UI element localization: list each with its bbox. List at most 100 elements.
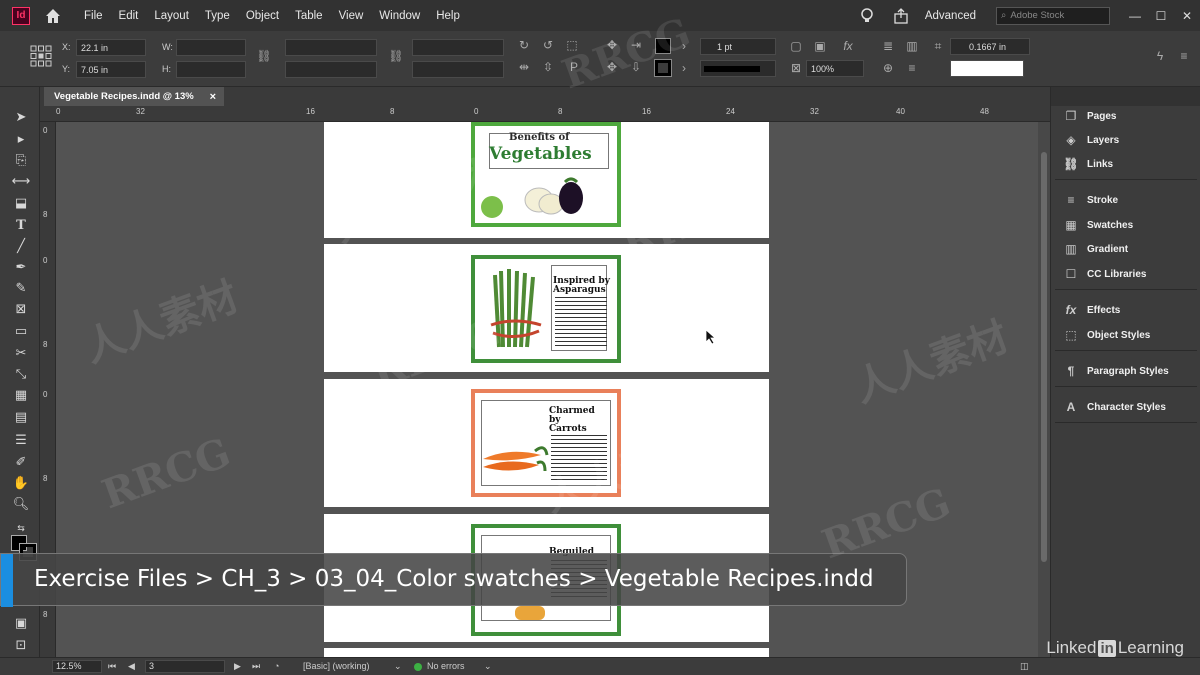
panel-links[interactable]: ⛓ Links: [1063, 157, 1113, 171]
menu-table[interactable]: Table: [287, 10, 331, 22]
menu-type[interactable]: Type: [197, 10, 238, 22]
menu-view[interactable]: View: [331, 10, 372, 22]
free-transform-tool-icon[interactable]: ⤡: [11, 364, 31, 384]
preflight-status[interactable]: No errors: [414, 661, 465, 671]
fill-swatch[interactable]: [655, 38, 671, 54]
stroke-dropdown-icon[interactable]: ›: [676, 60, 692, 76]
adobe-stock-search[interactable]: ⌕ Adobe Stock: [996, 6, 1110, 25]
text-wrap-icon[interactable]: ≣: [880, 38, 896, 54]
lightbulb-icon[interactable]: [857, 6, 877, 26]
panel-paragraph-styles[interactable]: ¶ Paragraph Styles: [1063, 364, 1169, 378]
stroke-type-select[interactable]: [700, 60, 776, 77]
document-page[interactable]: Inspired by Asparagus: [324, 244, 769, 372]
horizontal-ruler[interactable]: 0 32 16 8 0 8 16 24 32 40 48: [40, 106, 1050, 122]
scale-y-field[interactable]: [285, 61, 377, 78]
menu-window[interactable]: Window: [371, 10, 428, 22]
shear-angle-field[interactable]: [412, 61, 504, 78]
pencil-tool-icon[interactable]: ✎: [11, 278, 31, 298]
paragraph-icon[interactable]: P: [566, 59, 582, 75]
stroke-outside-icon[interactable]: ▣: [812, 38, 828, 54]
vertical-scrollbar[interactable]: [1038, 122, 1050, 657]
x-position-field[interactable]: 22.1 in: [76, 39, 146, 56]
preview-mode-icon[interactable]: ▣: [11, 613, 31, 633]
align-icon[interactable]: ≡: [904, 60, 920, 76]
constrain-proportions-icon[interactable]: ⛓: [256, 48, 272, 64]
eyedropper-tool-icon[interactable]: ✐: [11, 452, 31, 472]
scrollbar-thumb[interactable]: [1041, 152, 1047, 562]
menu-file[interactable]: File: [76, 10, 111, 22]
gap-tool-icon[interactable]: ⟷: [11, 171, 31, 191]
menu-help[interactable]: Help: [428, 10, 468, 22]
flip-horizontal-icon[interactable]: ⇹: [516, 59, 532, 75]
gradient-swatch-tool-icon[interactable]: ▦: [11, 385, 31, 405]
panel-swatches[interactable]: ▦ Swatches: [1063, 218, 1133, 232]
minimize-button[interactable]: —: [1122, 9, 1148, 23]
panel-menu-icon[interactable]: ≡: [1176, 48, 1192, 64]
document-tab[interactable]: Vegetable Recipes.indd @ 13% ×: [44, 87, 224, 106]
select-child-icon[interactable]: ⇩: [628, 59, 644, 75]
first-page-icon[interactable]: ⏮: [108, 661, 116, 672]
wrap-around-icon[interactable]: ▥: [904, 38, 920, 54]
stroke-swatch[interactable]: [654, 59, 672, 77]
page-number-field[interactable]: 3: [145, 660, 225, 673]
stroke-weight-field[interactable]: 1 pt: [700, 38, 776, 55]
panel-header[interactable]: [1051, 87, 1200, 106]
flip-vertical-icon[interactable]: ⇳: [540, 59, 556, 75]
previous-page-icon[interactable]: ◀: [128, 661, 135, 672]
zoom-field[interactable]: 12.5%: [52, 660, 102, 673]
close-window-button[interactable]: ✕: [1174, 9, 1200, 23]
hand-tool-icon[interactable]: ✋: [11, 473, 31, 493]
y-position-field[interactable]: 7.05 in: [76, 61, 146, 78]
content-collector-icon[interactable]: ⬓: [11, 193, 31, 213]
height-field[interactable]: [176, 61, 246, 78]
workspace-switcher[interactable]: Advanced: [925, 10, 976, 22]
direct-selection-tool-icon[interactable]: ▸: [11, 129, 31, 149]
fx-icon[interactable]: fx: [840, 38, 856, 54]
pen-tool-icon[interactable]: ✒: [11, 257, 31, 277]
open-page-icon[interactable]: ◔: [274, 661, 279, 671]
rectangle-tool-icon[interactable]: ▭: [11, 321, 31, 341]
line-tool-icon[interactable]: ╱: [11, 236, 31, 256]
select-content-icon[interactable]: ✥: [604, 59, 620, 75]
select-container-icon[interactable]: ⬚: [564, 37, 580, 53]
panel-character-styles[interactable]: A Character Styles: [1063, 400, 1166, 414]
rotate-cw-icon[interactable]: ↻: [516, 37, 532, 53]
preflight-menu-icon[interactable]: ⌄: [394, 661, 402, 672]
panel-effects[interactable]: fx Effects: [1063, 303, 1121, 317]
select-previous-icon[interactable]: ✥: [604, 37, 620, 53]
stroke-align-icon[interactable]: ▢: [788, 38, 804, 54]
opacity-icon[interactable]: ⊠: [788, 60, 804, 76]
fill-dropdown-icon[interactable]: ›: [676, 38, 692, 54]
panel-cc-libraries[interactable]: ☐ CC Libraries: [1063, 267, 1147, 281]
document-page[interactable]: Charmed by Carrots: [324, 379, 769, 507]
close-tab-icon[interactable]: ×: [210, 91, 216, 103]
vegetables-card[interactable]: Benefits of Vegetables: [471, 122, 621, 227]
gradient-feather-tool-icon[interactable]: ▤: [11, 407, 31, 427]
corner-options-icon[interactable]: ⌗: [930, 38, 946, 54]
quick-apply-icon[interactable]: ϟ: [1152, 48, 1168, 64]
scale-x-field[interactable]: [285, 39, 377, 56]
last-page-icon[interactable]: ⏭: [252, 661, 260, 672]
menu-object[interactable]: Object: [238, 10, 287, 22]
scissors-tool-icon[interactable]: ✂: [11, 343, 31, 363]
opacity-field[interactable]: 100%: [806, 60, 864, 77]
rotate-ccw-icon[interactable]: ↺: [540, 37, 556, 53]
split-window-icon[interactable]: ◫: [1020, 661, 1029, 672]
offset-field[interactable]: 0.1667 in: [950, 38, 1030, 55]
document-page[interactable]: [324, 648, 769, 657]
panel-object-styles[interactable]: ⬚ Object Styles: [1063, 328, 1150, 342]
panel-layers[interactable]: ◈ Layers: [1063, 133, 1119, 147]
maximize-button[interactable]: ☐: [1148, 9, 1174, 23]
asparagus-card[interactable]: Inspired by Asparagus: [471, 255, 621, 363]
panel-stroke[interactable]: ≡ Stroke: [1063, 193, 1118, 207]
zoom-tool-icon[interactable]: 🔍︎: [11, 494, 31, 514]
rotation-angle-field[interactable]: [412, 39, 504, 56]
constrain-scale-icon[interactable]: ⛓: [388, 48, 404, 64]
preflight-dropdown-icon[interactable]: ⌄: [484, 661, 492, 672]
screen-mode-icon[interactable]: ⊡: [11, 635, 31, 655]
rectangle-frame-tool-icon[interactable]: ⊠: [11, 299, 31, 319]
reference-point-icon[interactable]: [30, 45, 52, 67]
width-field[interactable]: [176, 39, 246, 56]
menu-edit[interactable]: Edit: [111, 10, 147, 22]
next-page-icon[interactable]: ▶: [234, 661, 241, 672]
